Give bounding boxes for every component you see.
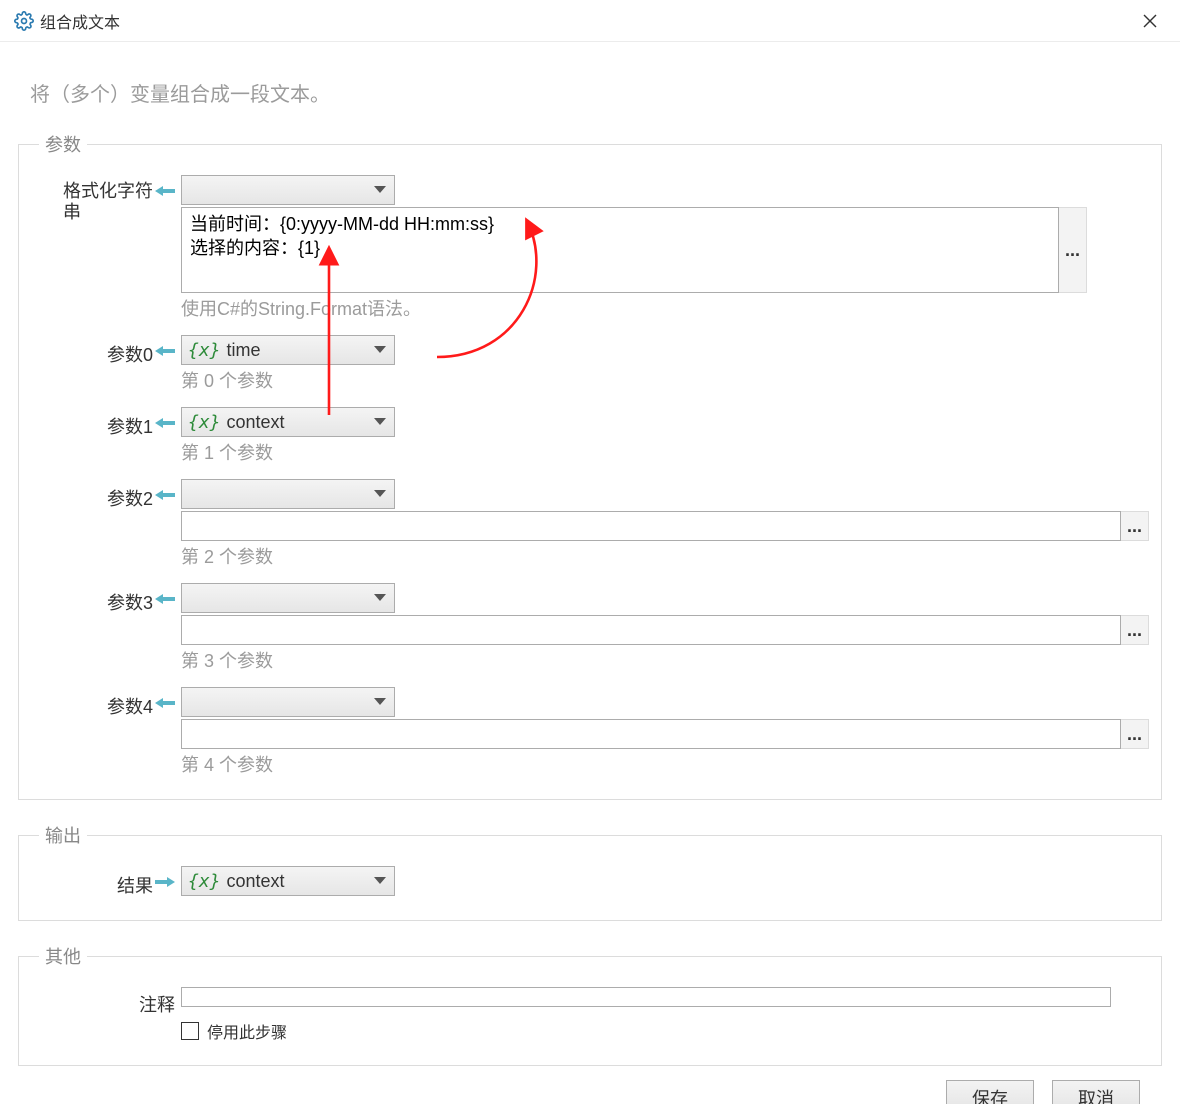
arrow-left-icon bbox=[155, 488, 175, 502]
format-hint: 使用C#的String.Format语法。 bbox=[181, 295, 1149, 321]
param4-input[interactable] bbox=[181, 719, 1121, 749]
param4-dropdown[interactable] bbox=[181, 687, 395, 717]
arrow-left-icon bbox=[155, 416, 175, 430]
chevron-down-icon bbox=[374, 341, 386, 359]
arrow-left-icon bbox=[155, 344, 175, 358]
output-legend: 输出 bbox=[39, 822, 87, 848]
chevron-down-icon bbox=[374, 485, 386, 503]
dialog-buttons: 保存 取消 bbox=[18, 1080, 1162, 1104]
window-title: 组合成文本 bbox=[40, 9, 120, 33]
variable-icon: {x} bbox=[188, 412, 221, 433]
output-group: 输出 结果 {x} context bbox=[18, 822, 1162, 921]
param4-label: 参数4 bbox=[107, 693, 153, 719]
chevron-down-icon bbox=[374, 589, 386, 607]
close-icon bbox=[1143, 14, 1157, 28]
other-legend: 其他 bbox=[39, 943, 87, 969]
format-more-button[interactable]: ... bbox=[1059, 207, 1087, 293]
arrow-left-icon bbox=[155, 696, 175, 710]
param1-dropdown[interactable]: {x} context bbox=[181, 407, 395, 437]
param0-var: time bbox=[227, 340, 261, 361]
param3-hint: 第 3 个参数 bbox=[181, 647, 1149, 673]
param3-input[interactable] bbox=[181, 615, 1121, 645]
output-dropdown[interactable]: {x} context bbox=[181, 866, 395, 896]
titlebar: 组合成文本 bbox=[0, 0, 1180, 42]
arrow-left-icon bbox=[155, 592, 175, 606]
format-text[interactable] bbox=[181, 207, 1059, 293]
output-label: 结果 bbox=[117, 872, 153, 898]
param0-hint: 第 0 个参数 bbox=[181, 367, 1149, 393]
format-label: 格式化字符串 bbox=[63, 181, 153, 222]
variable-icon: {x} bbox=[188, 340, 221, 361]
dialog-description: 将（多个）变量组合成一段文本。 bbox=[30, 78, 1162, 107]
param3-more-button[interactable]: ... bbox=[1121, 615, 1149, 645]
chevron-down-icon bbox=[374, 413, 386, 431]
param4-more-button[interactable]: ... bbox=[1121, 719, 1149, 749]
param1-hint: 第 1 个参数 bbox=[181, 439, 1149, 465]
output-var: context bbox=[227, 871, 285, 892]
cancel-button[interactable]: 取消 bbox=[1052, 1080, 1140, 1104]
params-legend: 参数 bbox=[39, 131, 87, 157]
param0-dropdown[interactable]: {x} time bbox=[181, 335, 395, 365]
param1-var: context bbox=[227, 412, 285, 433]
window-close-button[interactable] bbox=[1134, 5, 1166, 37]
disable-step-checkbox[interactable] bbox=[181, 1022, 199, 1040]
comment-input[interactable] bbox=[181, 987, 1111, 1007]
chevron-down-icon bbox=[374, 181, 386, 199]
arrow-right-icon bbox=[155, 875, 175, 889]
param2-dropdown[interactable] bbox=[181, 479, 395, 509]
format-dropdown[interactable] bbox=[181, 175, 395, 205]
chevron-down-icon bbox=[374, 872, 386, 890]
comment-label: 注释 bbox=[139, 991, 175, 1017]
save-button[interactable]: 保存 bbox=[946, 1080, 1034, 1104]
param3-label: 参数3 bbox=[107, 589, 153, 615]
disable-step-label: 停用此步骤 bbox=[207, 1019, 287, 1043]
gear-icon bbox=[14, 11, 34, 31]
arrow-left-icon bbox=[155, 184, 175, 198]
param3-dropdown[interactable] bbox=[181, 583, 395, 613]
param2-input[interactable] bbox=[181, 511, 1121, 541]
param0-label: 参数0 bbox=[107, 341, 153, 367]
param4-hint: 第 4 个参数 bbox=[181, 751, 1149, 777]
other-group: 其他 注释 停用此步骤 bbox=[18, 943, 1162, 1066]
param2-more-button[interactable]: ... bbox=[1121, 511, 1149, 541]
param2-hint: 第 2 个参数 bbox=[181, 543, 1149, 569]
param2-label: 参数2 bbox=[107, 485, 153, 511]
param1-label: 参数1 bbox=[107, 413, 153, 439]
chevron-down-icon bbox=[374, 693, 386, 711]
params-group: 参数 格式化字符串 bbox=[18, 131, 1162, 800]
variable-icon: {x} bbox=[188, 871, 221, 892]
